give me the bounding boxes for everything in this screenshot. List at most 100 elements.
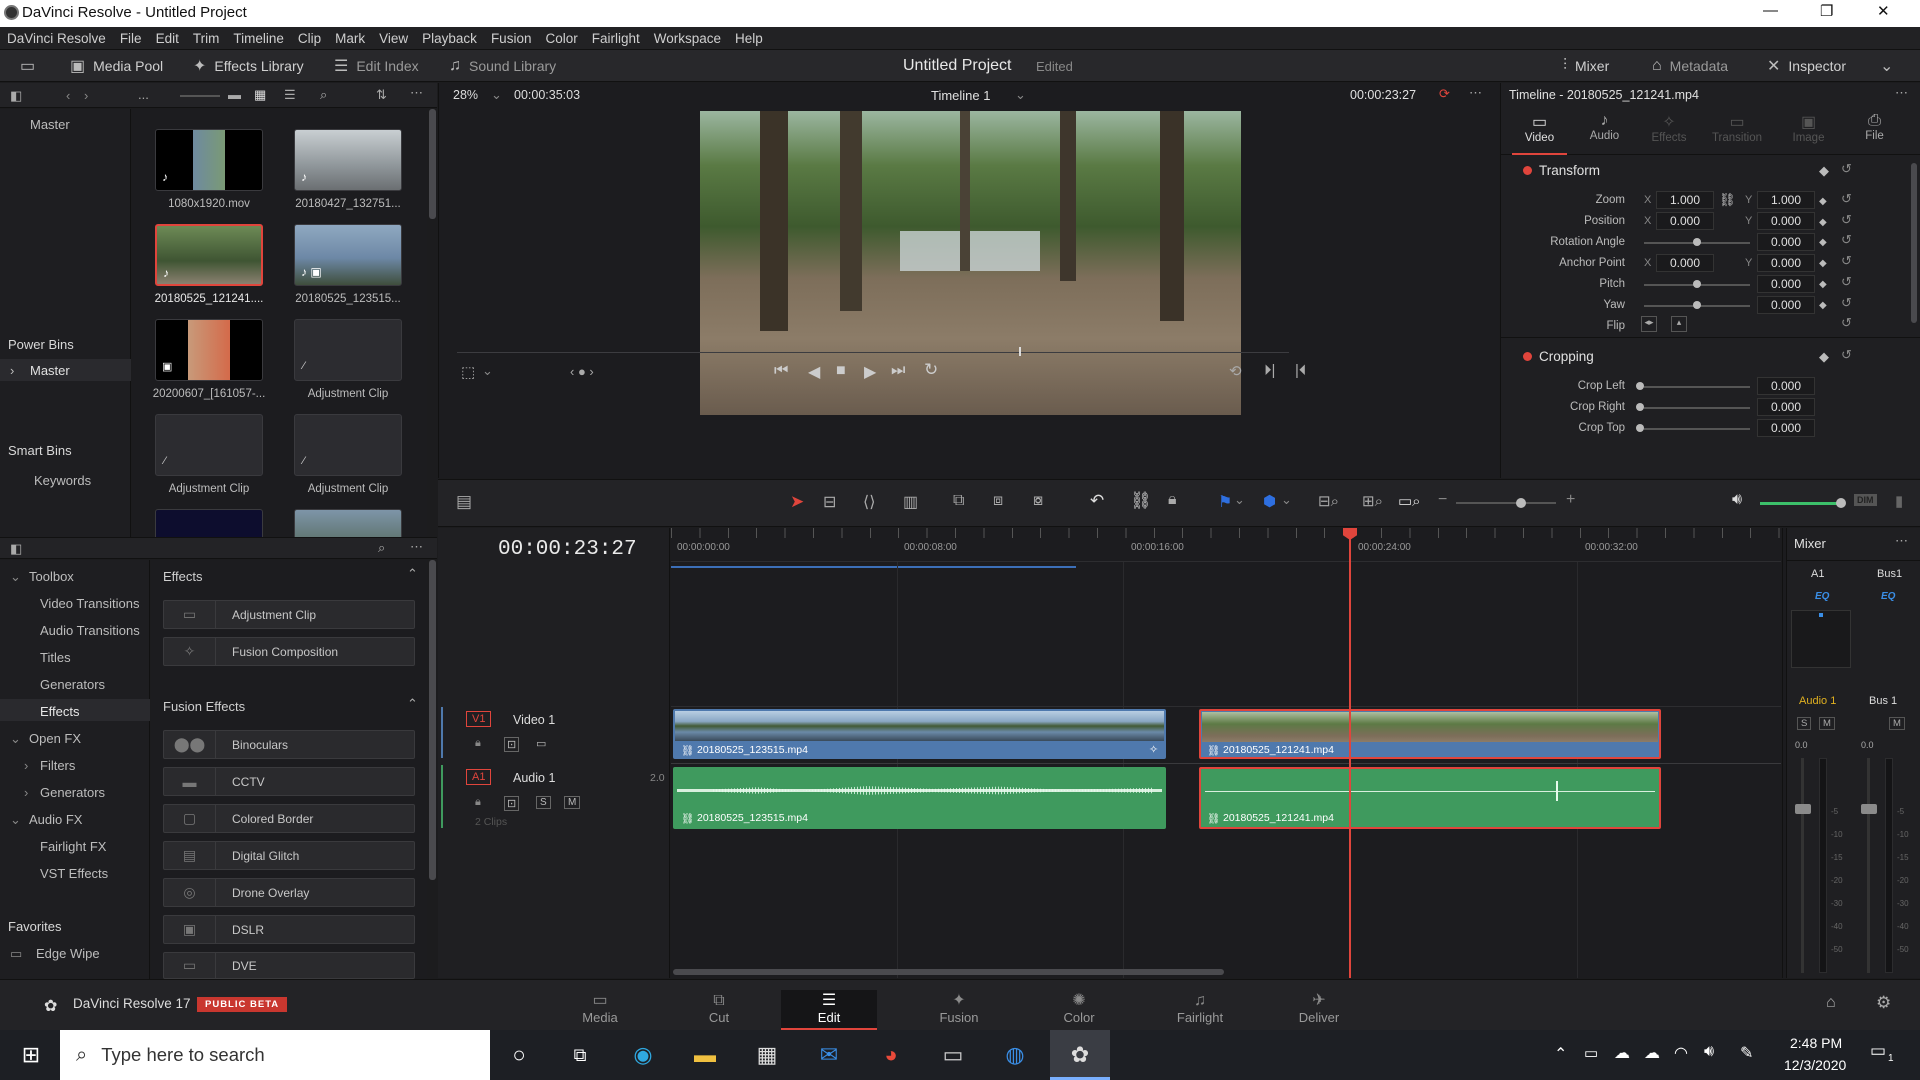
play-icon[interactable]: ▶ <box>864 362 876 382</box>
crop-right-knob[interactable] <box>1636 403 1644 411</box>
a1-track-name[interactable]: Audio 1 <box>513 771 555 785</box>
timeline-zoom-slider[interactable] <box>1456 502 1556 504</box>
video-clip-selected[interactable]: ⛓ 20180525_121241.mp4 <box>1199 709 1661 759</box>
a1-destination[interactable]: A1 <box>466 769 492 785</box>
timeline-view-options-icon[interactable]: ▤ <box>456 492 472 512</box>
enable-dot[interactable] <box>1523 166 1532 175</box>
effect-drone-overlay[interactable]: ◎ Drone Overlay <box>163 878 415 907</box>
search-icon[interactable]: ⌕ <box>320 87 327 103</box>
notification-icon[interactable]: ▭ <box>1870 1041 1886 1061</box>
solo-button[interactable]: S <box>536 796 551 809</box>
effect-colored-border[interactable]: ▢ Colored Border <box>163 804 415 833</box>
menu-help[interactable]: Help <box>728 27 770 46</box>
crop-top-knob[interactable] <box>1636 424 1644 432</box>
timeline-name[interactable]: Timeline 1 <box>931 88 990 103</box>
back-icon[interactable]: ‹ <box>66 88 70 103</box>
menu-workspace[interactable]: Workspace <box>647 27 728 46</box>
reset-icon[interactable]: ↺ <box>1841 161 1852 177</box>
marker-dropdown-icon[interactable]: ⌄ <box>1281 492 1292 508</box>
prev-marker-icon[interactable]: ‹ ● › <box>570 364 594 379</box>
page-color[interactable]: ✺ Color <box>1031 990 1127 1030</box>
crop-left-field[interactable]: 0.000 <box>1757 377 1815 395</box>
bus1-fader[interactable] <box>1861 804 1877 814</box>
windows-start-icon[interactable]: ⊞ <box>8 1032 54 1078</box>
viewer-zoom[interactable]: 28% <box>453 88 478 102</box>
page-edit[interactable]: ☰ Edit <box>781 990 877 1030</box>
reset-icon[interactable]: ↺ <box>1841 347 1852 363</box>
page-media[interactable]: ▭ Media <box>552 990 648 1030</box>
replace-clip-icon[interactable]: ⧇ <box>1033 492 1043 510</box>
rotation-field[interactable]: 0.000 <box>1757 233 1815 251</box>
zoom-y-field[interactable]: 1.000 <box>1757 191 1815 209</box>
inspector-scrollbar[interactable] <box>1911 163 1917 323</box>
position-lock-icon[interactable]: 🔒︎ <box>1168 491 1177 509</box>
list-view-icon[interactable]: ▬ <box>228 87 241 102</box>
full-extent-zoom-icon[interactable]: ⊟⌕ <box>1318 492 1339 510</box>
tree-generators[interactable]: Generators <box>40 677 105 692</box>
timeline-ruler[interactable]: 00:00:00:00 00:00:08:00 00:00:16:00 00:0… <box>671 528 1781 562</box>
metadata-button[interactable]: ⌂ Metadata <box>1652 50 1728 82</box>
sort-icon[interactable]: ⇅ <box>376 87 387 103</box>
v1-track-name[interactable]: Video 1 <box>513 713 555 727</box>
clip-thumb[interactable]: ♪ ▣ <box>294 224 402 286</box>
media-pool-button[interactable]: ▣ Media Pool <box>70 50 163 82</box>
mixer-bus-mute-button[interactable]: M <box>1889 717 1905 730</box>
flip-horizontal-icon[interactable]: ◂▸ <box>1641 316 1657 332</box>
minimize-button[interactable]: — <box>1763 2 1778 19</box>
pitch-field[interactable]: 0.000 <box>1757 275 1815 293</box>
sidebar-toggle-icon[interactable]: ◧ <box>10 541 22 557</box>
page-fairlight[interactable]: ♫ Fairlight <box>1152 990 1248 1030</box>
grid-view-icon[interactable]: ▦ <box>254 87 266 103</box>
playhead[interactable] <box>1349 528 1351 978</box>
keyframe-icon[interactable]: ◆ <box>1819 163 1829 179</box>
cropping-header[interactable]: Cropping ◆ ↺ <box>1501 345 1913 369</box>
onedrive-upload-icon[interactable]: ☁ <box>1614 1043 1630 1063</box>
zoom-dropdown-icon[interactable]: ⌄ <box>491 87 502 103</box>
clip-thumb[interactable]: ▣ <box>155 319 263 381</box>
cloud-icon[interactable]: ☁ <box>1644 1043 1660 1063</box>
home-icon[interactable]: ⌂ <box>1826 994 1836 1012</box>
collapse-icon[interactable]: ⌃ <box>407 566 418 582</box>
go-to-start-icon[interactable]: ⏮ <box>774 362 788 380</box>
forward-icon[interactable]: › <box>84 88 88 103</box>
page-deliver[interactable]: ✈ Deliver <box>1271 990 1367 1030</box>
clip-thumb[interactable]: ♪ <box>155 129 263 191</box>
snapping-icon[interactable]: ↶ <box>1090 491 1104 511</box>
menu-timeline[interactable]: Timeline <box>226 27 291 46</box>
effect-dve[interactable]: ▭ DVE <box>163 952 415 979</box>
track-enable-icon[interactable]: ▭ <box>536 737 546 750</box>
custom-zoom-icon[interactable]: ▭⌕ <box>1398 492 1421 510</box>
tree-titles[interactable]: Titles <box>40 650 71 665</box>
battery-icon[interactable]: ▭ <box>1584 1044 1598 1062</box>
taskbar-search-box[interactable]: ⌕ Type here to search <box>60 1030 490 1080</box>
menu-fusion[interactable]: Fusion <box>484 27 539 46</box>
prev-edit-icon[interactable]: |⏴ <box>1295 362 1306 379</box>
mixer-button[interactable]: ⫶ Mixer <box>1563 50 1609 82</box>
crop-top-field[interactable]: 0.000 <box>1757 419 1815 437</box>
tab-video[interactable]: ▭ Video <box>1512 107 1567 155</box>
audio-clip-selected[interactable]: ⛓ 20180525_121241.mp4 <box>1199 767 1661 829</box>
menu-edit[interactable]: Edit <box>149 27 186 46</box>
crop-right-field[interactable]: 0.000 <box>1757 398 1815 416</box>
task-view-icon[interactable]: ⧉ <box>557 1032 603 1078</box>
crop-left-knob[interactable] <box>1636 382 1644 390</box>
marker-icon[interactable]: ⬢ <box>1263 492 1276 510</box>
match-frame-icon[interactable]: ⟲ <box>1229 362 1242 380</box>
clip-thumb[interactable]: ⁄ <box>155 414 263 476</box>
menu-trim[interactable]: Trim <box>186 27 227 46</box>
clip-thumb[interactable] <box>155 509 263 537</box>
sync-icon[interactable]: ⟳ <box>1439 86 1450 102</box>
tab-image[interactable]: ▣ Image <box>1781 107 1836 155</box>
detail-zoom-icon[interactable]: ⊞⌕ <box>1362 492 1383 510</box>
timeline-dropdown-icon[interactable]: ⌄ <box>1015 87 1026 103</box>
edit-index-button[interactable]: ☰ Edit Index <box>334 50 419 82</box>
insert-clip-icon[interactable]: ⧉ <box>953 492 964 510</box>
tree-video-transitions[interactable]: Video Transitions <box>40 596 140 611</box>
speaker-icon[interactable]: 🔊︎ <box>1704 1043 1714 1061</box>
blade-tool-icon[interactable]: ▥ <box>903 492 918 512</box>
flag-dropdown-icon[interactable]: ⌄ <box>1234 492 1245 508</box>
file-explorer-icon[interactable]: ▬ <box>682 1032 728 1078</box>
volume-slider[interactable] <box>1760 502 1840 505</box>
store-icon[interactable]: ▦ <box>744 1032 790 1078</box>
expand-icon[interactable]: ⌄ <box>1880 50 1893 82</box>
